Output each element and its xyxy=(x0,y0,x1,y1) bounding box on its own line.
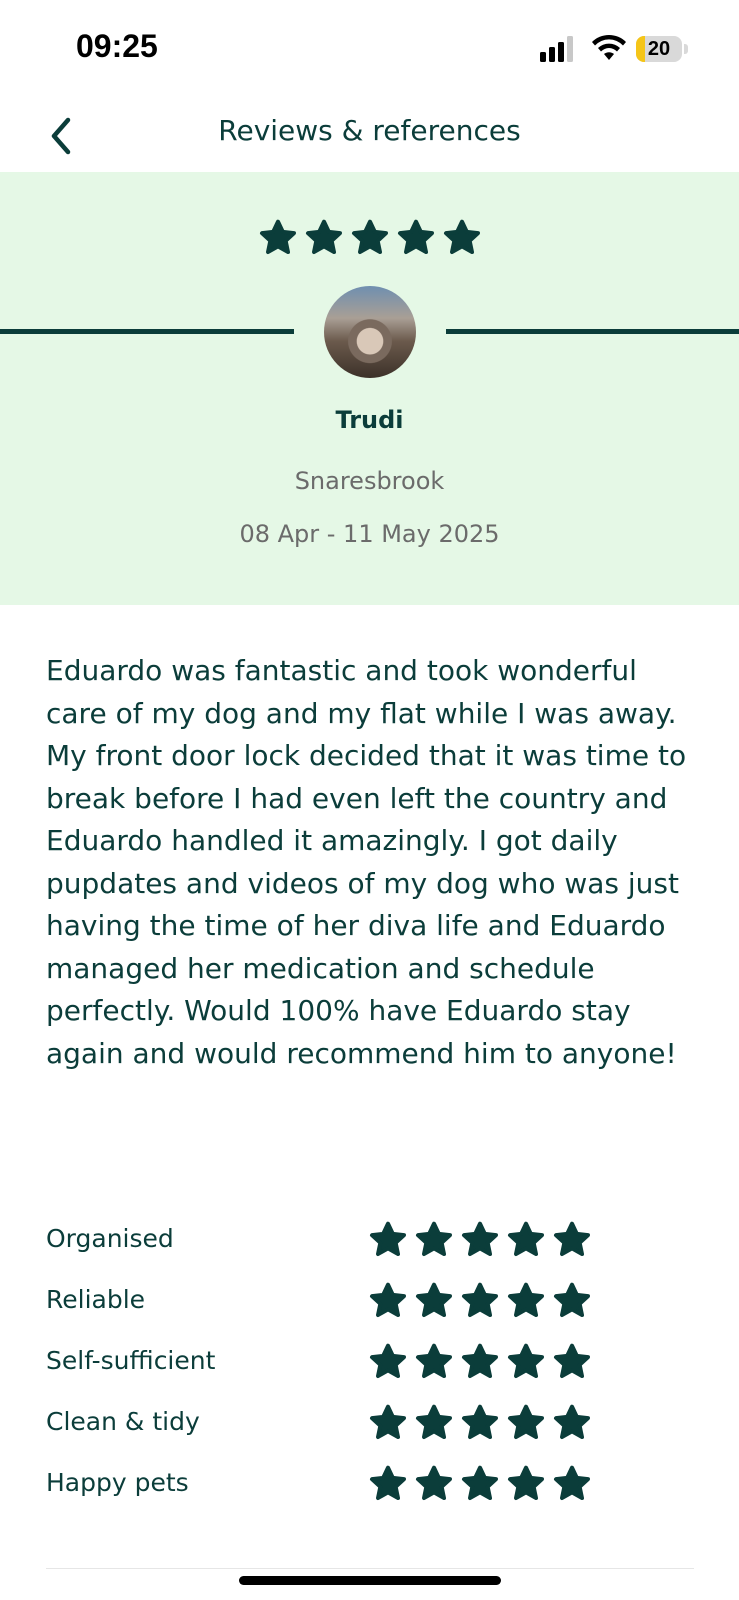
star-icon xyxy=(554,1343,590,1378)
rating-stars xyxy=(368,1464,592,1504)
battery-level-text: 20 xyxy=(647,38,671,60)
star-icon xyxy=(370,1343,406,1378)
star-icon xyxy=(462,1343,498,1378)
status-time: 09:25 xyxy=(76,28,158,64)
rating-row: Clean & tidy xyxy=(46,1403,696,1464)
star-icon xyxy=(508,1221,544,1256)
star-icon xyxy=(370,1282,406,1317)
star-icon xyxy=(416,1465,452,1500)
reviewer-avatar[interactable] xyxy=(324,286,416,378)
star-icon xyxy=(416,1404,452,1439)
rating-label: Reliable xyxy=(46,1285,146,1314)
bottom-divider xyxy=(46,1568,694,1569)
star-icon xyxy=(508,1465,544,1500)
rating-row: Reliable xyxy=(46,1281,696,1342)
divider-right xyxy=(446,329,739,334)
cellular-signal-icon xyxy=(540,36,573,62)
star-icon xyxy=(370,1221,406,1256)
star-icon xyxy=(462,1221,498,1256)
rating-label: Clean & tidy xyxy=(46,1407,200,1436)
star-icon xyxy=(259,219,296,254)
star-icon xyxy=(554,1221,590,1256)
rating-stars xyxy=(368,1281,592,1321)
battery-icon: 20 xyxy=(636,36,688,62)
rating-row: Self-sufficient xyxy=(46,1342,696,1403)
star-icon xyxy=(351,219,388,254)
star-icon xyxy=(554,1465,590,1500)
star-icon xyxy=(443,219,480,254)
star-icon xyxy=(305,219,342,254)
rating-label: Organised xyxy=(46,1224,174,1253)
star-icon xyxy=(370,1465,406,1500)
star-icon xyxy=(508,1404,544,1439)
rating-label: Happy pets xyxy=(46,1468,189,1497)
rating-row: Happy pets xyxy=(46,1464,696,1525)
reviewer-location: Snaresbrook xyxy=(294,467,445,495)
star-icon xyxy=(397,219,434,254)
star-icon xyxy=(462,1282,498,1317)
review-dates: 08 Apr - 11 May 2025 xyxy=(239,520,500,548)
star-icon xyxy=(416,1343,452,1378)
rating-stars xyxy=(368,1403,592,1443)
star-icon xyxy=(416,1221,452,1256)
review-text: Eduardo was fantastic and took wonderful… xyxy=(46,654,687,1070)
overall-rating-stars xyxy=(0,218,739,258)
reviewer-name: Trudi xyxy=(335,406,404,434)
rating-label: Self-sufficient xyxy=(46,1346,216,1375)
wifi-icon xyxy=(592,34,626,60)
rating-stars xyxy=(368,1220,592,1260)
rating-stars xyxy=(368,1342,592,1382)
home-indicator xyxy=(239,1576,501,1585)
review-header: Trudi Snaresbrook 08 Apr - 11 May 2025 xyxy=(0,172,739,605)
rating-row: Organised xyxy=(46,1220,696,1281)
star-icon xyxy=(462,1465,498,1500)
star-icon xyxy=(462,1404,498,1439)
star-icon xyxy=(554,1282,590,1317)
divider-left xyxy=(0,329,294,334)
category-ratings: Organised Reliable Self-sufficient Clean… xyxy=(46,1220,696,1525)
star-icon xyxy=(508,1343,544,1378)
status-bar: 09:25 20 xyxy=(0,0,739,100)
page-title: Reviews & references xyxy=(218,114,521,147)
star-icon xyxy=(370,1404,406,1439)
star-icon xyxy=(554,1404,590,1439)
star-icon xyxy=(508,1282,544,1317)
star-icon xyxy=(416,1282,452,1317)
navigation-bar: Reviews & references xyxy=(0,100,739,172)
